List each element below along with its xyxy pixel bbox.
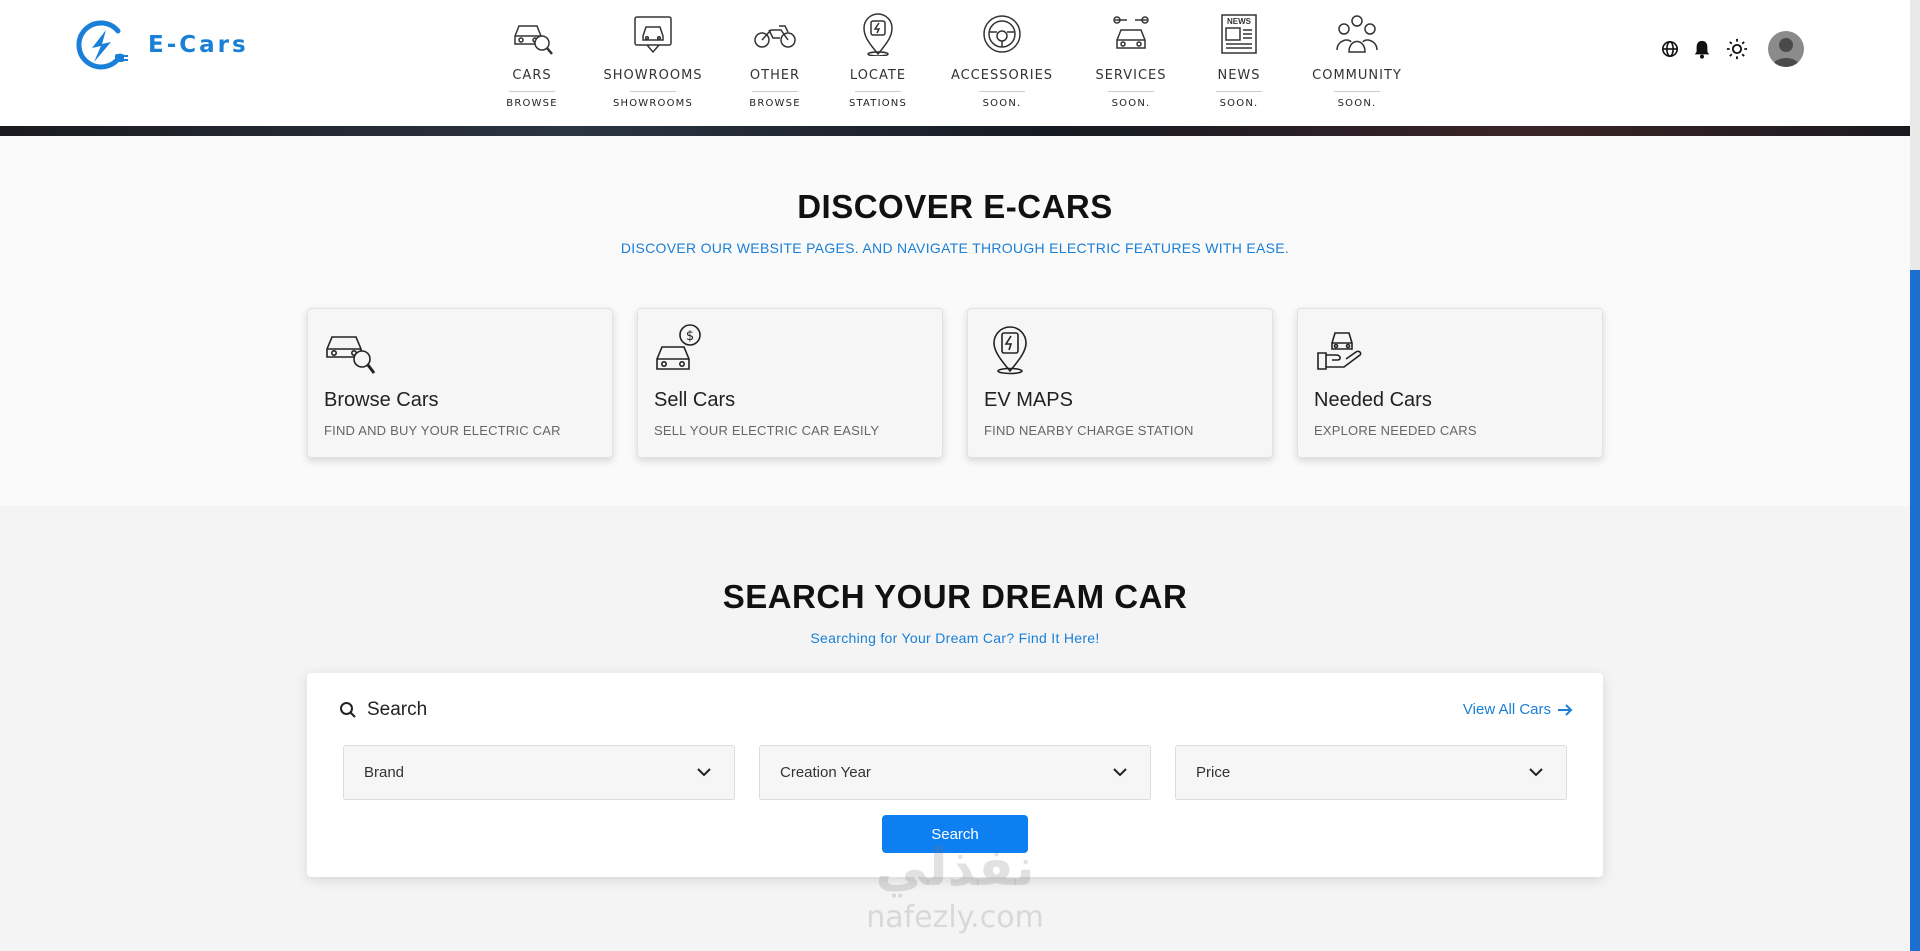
nav-sublabel: SOON. bbox=[1337, 98, 1377, 109]
search-button[interactable]: Search bbox=[882, 815, 1028, 853]
arrow-right-icon bbox=[1558, 703, 1573, 716]
nav-divider bbox=[630, 91, 676, 92]
car-service-icon bbox=[1113, 16, 1149, 49]
nav-item-locate[interactable]: LOCATE STATIONS bbox=[818, 12, 938, 109]
card-title: Browse Cars bbox=[324, 389, 439, 411]
newspaper-icon: NEWS bbox=[1221, 14, 1257, 54]
nav-label: CARS bbox=[512, 68, 552, 83]
nav-divider bbox=[752, 91, 798, 92]
brand-select[interactable]: Brand bbox=[343, 745, 735, 800]
nav-label: LOCATE bbox=[849, 68, 907, 83]
location-pin-icon bbox=[863, 13, 893, 56]
creation-year-select[interactable]: Creation Year bbox=[759, 745, 1151, 800]
nav-item-showrooms[interactable]: SHOWROOMS SHOWROOMS bbox=[593, 12, 713, 109]
nav-label: SHOWROOMS bbox=[603, 68, 703, 83]
nav-item-other[interactable]: OTHER BROWSE bbox=[715, 12, 835, 109]
car-search-icon bbox=[514, 25, 553, 55]
ev-map-pin-icon bbox=[993, 326, 1027, 375]
price-select[interactable]: Price bbox=[1175, 745, 1567, 800]
nav-sublabel: SHOWROOMS bbox=[612, 98, 694, 109]
search-section-subtitle: Searching for Your Dream Car? Find It He… bbox=[810, 630, 1100, 646]
hero-image-edge bbox=[0, 126, 1910, 136]
card-sell-cars[interactable]: $ Sell Cars SELL YOUR ELECTRIC CAR EASIL… bbox=[637, 308, 943, 458]
bolt-plug-logo-icon bbox=[76, 20, 128, 70]
nav-divider bbox=[1334, 91, 1380, 92]
nav-divider bbox=[979, 91, 1025, 92]
sun-icon[interactable] bbox=[1726, 38, 1748, 60]
nav-item-news[interactable]: NEWS NEWS SOON. bbox=[1179, 12, 1299, 109]
scrollbar-thumb[interactable] bbox=[1910, 270, 1920, 951]
card-description: FIND AND BUY YOUR ELECTRIC CAR bbox=[324, 423, 561, 438]
nav-label: SERVICES bbox=[1095, 68, 1167, 83]
nav-divider bbox=[1108, 91, 1154, 92]
nav-divider bbox=[1216, 91, 1262, 92]
price-select-label: Price bbox=[1196, 764, 1231, 781]
card-title: Needed Cars bbox=[1314, 389, 1432, 411]
globe-icon[interactable] bbox=[1661, 40, 1679, 58]
nav-sublabel: BROWSE bbox=[749, 98, 801, 109]
nav-divider bbox=[855, 91, 901, 92]
brand-logo[interactable]: E-Cars bbox=[74, 18, 249, 72]
nav-item-services[interactable]: SERVICES SOON. bbox=[1071, 12, 1191, 109]
search-label: Search bbox=[367, 699, 428, 720]
card-description: FIND NEARBY CHARGE STATION bbox=[984, 423, 1194, 438]
nav-divider bbox=[509, 91, 555, 92]
svg-text:$: $ bbox=[686, 329, 694, 344]
discover-subtitle: DISCOVER OUR WEBSITE PAGES. AND NAVIGATE… bbox=[620, 240, 1290, 256]
car-dollar-icon: $ bbox=[656, 324, 701, 370]
search-section-title: SEARCH YOUR DREAM CAR bbox=[722, 578, 1188, 615]
bell-icon[interactable] bbox=[1693, 39, 1711, 59]
card-description: EXPLORE NEEDED CARS bbox=[1314, 423, 1477, 438]
card-needed-cars[interactable]: Needed Cars EXPLORE NEEDED CARS bbox=[1297, 308, 1603, 458]
nav-label: ACCESSORIES bbox=[950, 68, 1054, 83]
nav-sublabel: BROWSE bbox=[506, 98, 558, 109]
news-icon-text: NEWS bbox=[1227, 17, 1252, 26]
chevron-down-icon bbox=[1113, 768, 1127, 777]
nav-label: NEWS bbox=[1217, 68, 1261, 83]
community-icon bbox=[1336, 15, 1378, 53]
nav-item-accessories[interactable]: ACCESSORIES SOON. bbox=[942, 12, 1062, 109]
brand-name: E-Cars bbox=[148, 32, 249, 58]
car-hand-icon bbox=[1317, 332, 1362, 370]
motorcycle-icon bbox=[754, 25, 796, 48]
page-scrollbar[interactable] bbox=[1910, 0, 1920, 951]
card-ev-maps[interactable]: EV MAPS FIND NEARBY CHARGE STATION bbox=[967, 308, 1273, 458]
nav-label: COMMUNITY bbox=[1312, 68, 1402, 83]
avatar[interactable] bbox=[1768, 31, 1804, 67]
card-browse-cars[interactable]: Browse Cars FIND AND BUY YOUR ELECTRIC C… bbox=[307, 308, 613, 458]
nav-sublabel: SOON. bbox=[982, 98, 1022, 109]
card-title: Sell Cars bbox=[654, 389, 736, 411]
view-all-cars-link[interactable]: View All Cars bbox=[1463, 701, 1573, 718]
search-header: Search bbox=[339, 699, 427, 721]
brand-select-label: Brand bbox=[364, 764, 405, 781]
creation-year-select-label: Creation Year bbox=[780, 764, 871, 781]
steering-wheel-icon bbox=[983, 15, 1021, 53]
site-header: E-Cars CARS BROWSE SHOWROOMS SHOWROOMS O… bbox=[0, 0, 1910, 126]
user-silhouette-icon bbox=[1772, 38, 1800, 67]
nav-sublabel: SOON. bbox=[1219, 98, 1259, 109]
nav-item-community[interactable]: COMMUNITY SOON. bbox=[1297, 12, 1417, 109]
search-icon bbox=[340, 702, 356, 718]
car-search-icon bbox=[326, 336, 376, 374]
showroom-icon bbox=[634, 16, 672, 54]
nav-sublabel: SOON. bbox=[1111, 98, 1151, 109]
card-title: EV MAPS bbox=[984, 389, 1073, 411]
nav-sublabel: STATIONS bbox=[848, 98, 908, 109]
watermark-latin: nafezly.com bbox=[866, 900, 1044, 935]
chevron-down-icon bbox=[697, 768, 711, 777]
card-description: SELL YOUR ELECTRIC CAR EASILY bbox=[654, 423, 880, 438]
nav-label: OTHER bbox=[749, 68, 801, 83]
nav-item-cars[interactable]: CARS BROWSE bbox=[472, 12, 592, 109]
search-panel: Search View All Cars Brand Creation Year… bbox=[307, 673, 1603, 877]
chevron-down-icon bbox=[1529, 768, 1543, 777]
discover-title: DISCOVER E-CARS bbox=[797, 188, 1113, 225]
view-all-label: View All Cars bbox=[1462, 701, 1551, 718]
